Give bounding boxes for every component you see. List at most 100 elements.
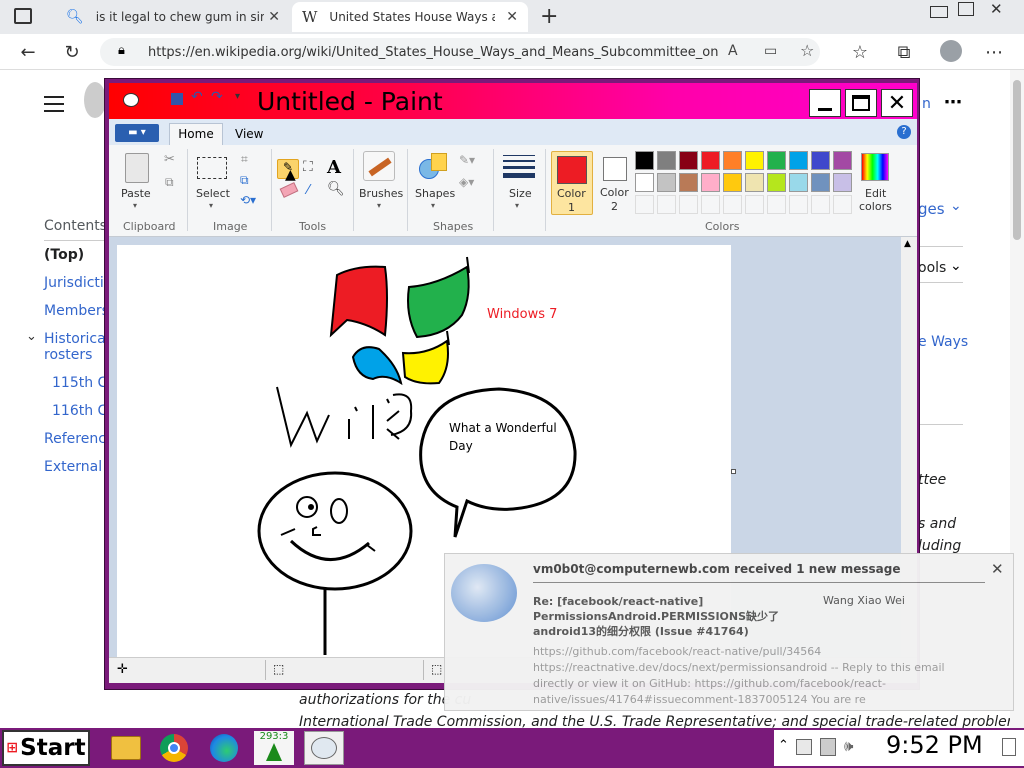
undo-icon[interactable]: ↶ <box>191 89 203 105</box>
outline-icon[interactable]: ✎▾ <box>459 153 475 167</box>
edge-icon[interactable] <box>204 731 244 765</box>
notification-center-icon[interactable] <box>1002 738 1016 756</box>
toc-item-rosters[interactable]: rosters <box>44 347 92 363</box>
paint-app-icon[interactable] <box>123 93 139 107</box>
toc-item-external[interactable]: External l <box>44 459 110 475</box>
canvas-resize-handle[interactable] <box>731 469 736 474</box>
tab-view[interactable]: View <box>235 127 263 141</box>
article-link-fragment[interactable]: e Ways <box>918 334 968 350</box>
palette-swatch[interactable] <box>723 151 742 170</box>
more-options-icon[interactable]: ⋯ <box>944 92 962 113</box>
customize-toolbar-icon[interactable]: ▾ <box>235 91 240 102</box>
read-aloud-icon[interactable]: A <box>728 43 738 59</box>
show-hidden-icons-icon[interactable]: ⌃ <box>778 738 789 753</box>
header-link-fragment[interactable]: n <box>922 96 931 112</box>
palette-swatch[interactable] <box>701 151 720 170</box>
collections-icon[interactable]: ⧉ <box>894 42 914 63</box>
toc-item-jurisdiction[interactable]: Jurisdictio <box>44 275 112 291</box>
color-picker-icon[interactable]: ⁄ <box>307 183 309 198</box>
tools-fragment[interactable]: ools <box>918 260 946 276</box>
magnifier-icon[interactable]: 🔍︎ <box>327 181 345 197</box>
profile-avatar[interactable] <box>940 40 962 62</box>
palette-swatch[interactable] <box>679 173 698 192</box>
paste-button-label[interactable]: Paste <box>121 187 151 200</box>
resize-icon[interactable]: ⧉ <box>240 173 249 188</box>
tab-home[interactable]: Home <box>169 123 223 145</box>
palette-swatch-empty[interactable] <box>701 195 720 214</box>
palette-swatch[interactable] <box>701 173 720 192</box>
select-button-label[interactable]: Select <box>196 187 230 200</box>
text-icon[interactable]: A <box>327 157 341 178</box>
mail-notification[interactable]: vm0b0t@computernewb.com received 1 new m… <box>444 553 1014 711</box>
paint-title-bar[interactable]: ↶ ↷ ▾ Untitled - Paint ✕ <box>109 83 917 119</box>
tree-counter-icon[interactable]: 293:3 <box>254 731 294 765</box>
rotate-icon[interactable]: ⟲▾ <box>240 193 256 207</box>
close-button[interactable]: ✕ <box>881 89 913 117</box>
palette-swatch[interactable] <box>745 151 764 170</box>
redo-icon[interactable]: ↷ <box>211 89 223 105</box>
palette-swatch[interactable] <box>811 173 830 192</box>
file-explorer-icon[interactable] <box>106 731 146 765</box>
edit-colors-icon[interactable] <box>861 153 889 181</box>
palette-swatch-empty[interactable] <box>811 195 830 214</box>
palette-swatch[interactable] <box>789 173 808 192</box>
palette-swatch[interactable] <box>657 173 676 192</box>
palette-swatch-empty[interactable] <box>723 195 742 214</box>
brushes-button-label[interactable]: Brushes <box>359 187 403 200</box>
palette-swatch[interactable] <box>811 151 830 170</box>
crop-icon[interactable]: ⌗ <box>241 152 248 167</box>
url-field[interactable]: 🔒︎ https://en.wikipedia.org/wiki/United_… <box>100 38 820 66</box>
palette-swatch[interactable] <box>745 173 764 192</box>
start-button[interactable]: ⊞ Start <box>2 730 90 766</box>
more-menu-icon[interactable]: ⋯ <box>984 42 1004 63</box>
brushes-icon[interactable] <box>363 151 395 181</box>
palette-swatch[interactable] <box>789 151 808 170</box>
palette-swatch-empty[interactable] <box>745 195 764 214</box>
close-tab-icon[interactable]: ✕ <box>506 9 518 25</box>
tab-actions-icon[interactable] <box>14 8 32 24</box>
toc-item-historical[interactable]: Historical <box>44 331 110 347</box>
palette-swatch[interactable] <box>679 151 698 170</box>
palette-swatch[interactable] <box>723 173 742 192</box>
palette-swatch[interactable] <box>833 173 852 192</box>
edit-colors-label[interactable]: Edit <box>865 187 886 200</box>
security-icon[interactable] <box>820 738 836 756</box>
paste-icon[interactable] <box>125 153 149 183</box>
shapes-button-label[interactable]: Shapes <box>415 187 455 200</box>
palette-swatch[interactable] <box>767 173 786 192</box>
toc-item-references[interactable]: Referenc <box>44 431 106 447</box>
minimize-button[interactable] <box>809 89 841 117</box>
clock-time[interactable]: 9:52 PM <box>886 731 983 759</box>
add-favorite-icon[interactable]: ☆ <box>800 41 814 60</box>
fill-icon[interactable]: ⛶ <box>303 159 313 175</box>
browser-tab-1[interactable]: 🔍︎ is it legal to chew gum in singa ✕ <box>56 2 290 32</box>
languages-link-fragment[interactable]: ges <box>918 200 945 218</box>
palette-swatch[interactable] <box>635 151 654 170</box>
close-icon[interactable]: ✕ <box>991 560 1004 578</box>
network-icon[interactable] <box>796 739 812 755</box>
color1-button[interactable]: Color 1 <box>551 151 593 215</box>
favorites-icon[interactable]: ☆ <box>850 42 870 63</box>
palette-swatch-empty[interactable] <box>789 195 808 214</box>
shapes-icon[interactable] <box>419 153 449 181</box>
eraser-icon[interactable] <box>279 182 299 198</box>
palette-swatch-empty[interactable] <box>635 195 654 214</box>
palette-swatch[interactable] <box>657 151 676 170</box>
palette-swatch-empty[interactable] <box>679 195 698 214</box>
palette-swatch-empty[interactable] <box>833 195 852 214</box>
maximize-button[interactable] <box>845 89 877 117</box>
new-tab-icon[interactable]: + <box>540 4 558 29</box>
copy-icon[interactable]: ⧉ <box>165 175 174 190</box>
palette-swatch[interactable] <box>767 151 786 170</box>
scroll-up-arrow-icon[interactable]: ▲ <box>904 239 911 249</box>
palette-swatch-empty[interactable] <box>767 195 786 214</box>
palette-swatch[interactable] <box>635 173 654 192</box>
reader-view-icon[interactable]: ▭ <box>764 43 777 59</box>
save-icon[interactable] <box>171 93 183 105</box>
browser-tab-2[interactable]: W United States House Ways and ✕ <box>292 2 528 32</box>
edit-colors-label-2[interactable]: colors <box>859 200 892 213</box>
toc-item-top[interactable]: (Top) <box>44 247 84 263</box>
back-icon[interactable]: ← <box>18 42 38 63</box>
cut-icon[interactable]: ✂ <box>164 152 175 167</box>
select-icon[interactable] <box>197 157 227 179</box>
